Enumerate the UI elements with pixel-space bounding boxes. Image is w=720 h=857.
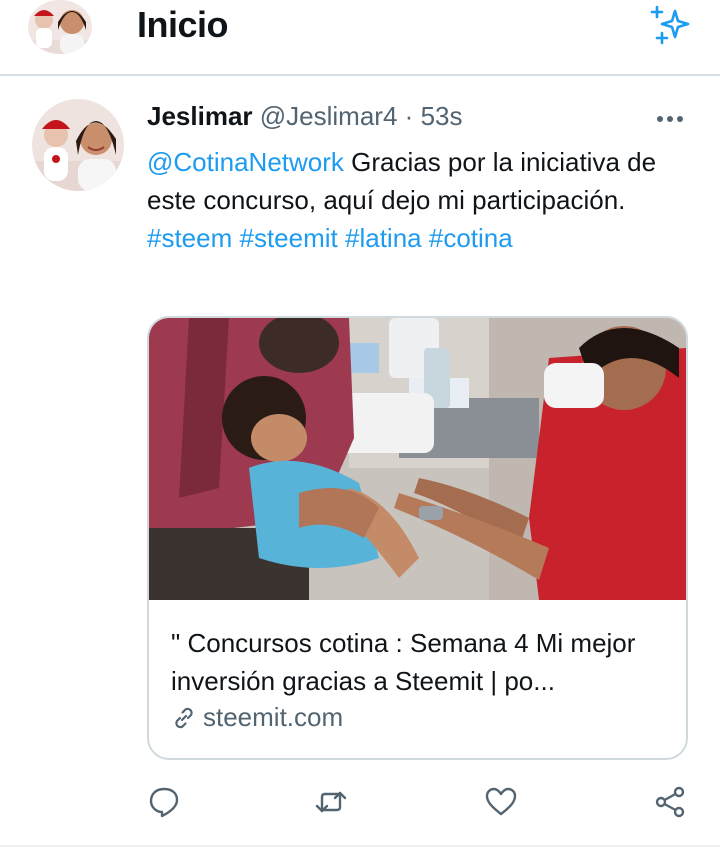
tweet-timestamp[interactable]: 53s (421, 101, 463, 131)
avatar-photo-icon (32, 99, 124, 191)
vaccination-photo-image (149, 318, 686, 600)
page-title: Inicio (137, 4, 229, 45)
author-handle[interactable]: @Jeslimar4 (260, 101, 398, 131)
avatar-photo-icon (28, 0, 92, 54)
profile-avatar[interactable] (28, 0, 92, 54)
hashtag-link[interactable]: #cotina (429, 223, 513, 253)
heart-icon[interactable] (484, 785, 518, 819)
tweet-header: Jeslimar @Jeslimar4 · 53s (147, 101, 462, 132)
separator-dot: · (404, 101, 414, 131)
card-domain[interactable]: steemit.com (171, 702, 343, 733)
author-avatar[interactable] (32, 99, 124, 191)
tweet-divider (0, 845, 720, 847)
link-icon (175, 707, 193, 728)
sparkle-icon[interactable] (648, 3, 692, 47)
tweet-text: @CotinaNetwork Gracias por la iniciativa… (147, 143, 687, 257)
share-icon[interactable] (653, 785, 687, 819)
hashtag-link[interactable]: #latina (345, 223, 422, 253)
author-name[interactable]: Jeslimar (147, 101, 253, 131)
more-options-icon[interactable] (652, 104, 688, 134)
reply-icon[interactable] (147, 785, 181, 819)
link-preview-card[interactable]: " Concursos cotina : Semana 4 Mi mejor i… (147, 316, 688, 760)
retweet-icon[interactable] (314, 785, 348, 819)
top-app-bar: Inicio (0, 0, 720, 76)
mention-link[interactable]: @CotinaNetwork (147, 147, 344, 177)
hashtag-link[interactable]: #steemit (240, 223, 338, 253)
card-title[interactable]: " Concursos cotina : Semana 4 Mi mejor i… (171, 624, 671, 700)
card-domain-text: steemit.com (203, 702, 344, 732)
hashtag-link[interactable]: #steem (147, 223, 232, 253)
